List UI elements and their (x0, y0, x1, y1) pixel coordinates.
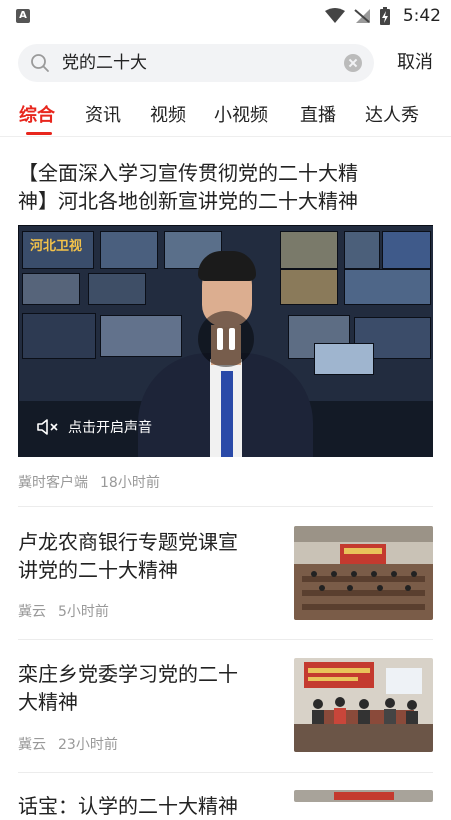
tab-short-video[interactable]: 小视频 (214, 96, 268, 136)
video-monitor (22, 313, 96, 359)
tab-all[interactable]: 综合 (19, 96, 55, 136)
video-monitor (100, 231, 158, 269)
active-tab-indicator (26, 132, 52, 135)
pause-button[interactable] (198, 311, 254, 367)
article-thumbnail (294, 658, 433, 752)
video-monitor (344, 269, 431, 305)
article-meta: 冀云 5小时前 (18, 601, 109, 621)
cancel-button[interactable]: 取消 (397, 44, 433, 82)
clear-search-icon[interactable] (344, 54, 362, 72)
article-title[interactable]: 话宝：认学的二十大精神 (18, 792, 280, 820)
article-time: 5小时前 (58, 604, 109, 620)
status-icons: 5:42 (324, 5, 441, 27)
article-title[interactable]: 卢龙农商银行专题党课宣 讲党的二十大精神 (18, 528, 280, 584)
status-time: 5:42 (402, 6, 441, 26)
video-monitor (88, 273, 146, 305)
video-monitor (382, 231, 431, 269)
video-monitor (314, 343, 374, 375)
app-notification-icon: A (16, 9, 30, 23)
channel-logo: 河北卫视 (30, 239, 83, 254)
search-input[interactable]: 党的二十大 (62, 44, 147, 82)
video-player[interactable]: 河北卫视 点击开启声音 (18, 225, 433, 457)
feed-divider (18, 772, 433, 773)
feed-divider (18, 506, 433, 507)
article-thumbnail (294, 526, 433, 620)
tab-talent-show[interactable]: 达人秀 (365, 96, 419, 136)
feed-divider (18, 639, 433, 640)
article-source: 冀时客户端 (18, 475, 88, 491)
tab-news[interactable]: 资讯 (85, 96, 121, 136)
tab-live[interactable]: 直播 (300, 96, 336, 136)
status-bar: A 5:42 (0, 0, 451, 32)
search-row: 党的二十大 取消 (0, 44, 451, 82)
search-icon (31, 54, 49, 72)
anchor-hair (198, 251, 256, 281)
article-source: 冀云 (18, 604, 46, 620)
search-box[interactable]: 党的二十大 (18, 44, 374, 82)
article-title[interactable]: 栾庄乡党委学习党的二十 大精神 (18, 660, 280, 716)
article-time: 23小时前 (58, 737, 118, 753)
video-monitor (22, 273, 80, 305)
article-source: 冀云 (18, 737, 46, 753)
muted-speaker-icon (37, 419, 58, 435)
video-monitor (344, 231, 380, 269)
video-monitor (100, 315, 182, 357)
tabs-fade-edge (433, 96, 451, 136)
wifi-icon (324, 8, 345, 23)
article-title[interactable]: 【全面深入学习宣传贯彻党的二十大精 神】河北各地创新宣讲党的二十大精神 (18, 159, 433, 215)
unmute-button[interactable]: 点击开启声音 (36, 416, 152, 438)
article-meta: 冀云 23小时前 (18, 734, 118, 754)
article-meta: 冀时客户端 18小时前 (18, 472, 160, 492)
category-tabs: 综合 资讯 视频 小视频 直播 达人秀 (0, 96, 451, 137)
video-monitor (280, 269, 338, 305)
battery-charging-icon (379, 7, 390, 25)
anchor-tie (221, 371, 233, 457)
video-monitor (280, 231, 338, 269)
tab-video[interactable]: 视频 (150, 96, 186, 136)
article-time: 18小时前 (100, 475, 160, 491)
article-thumbnail (294, 790, 433, 802)
no-signal-icon (354, 9, 370, 23)
unmute-label: 点击开启声音 (68, 420, 152, 436)
